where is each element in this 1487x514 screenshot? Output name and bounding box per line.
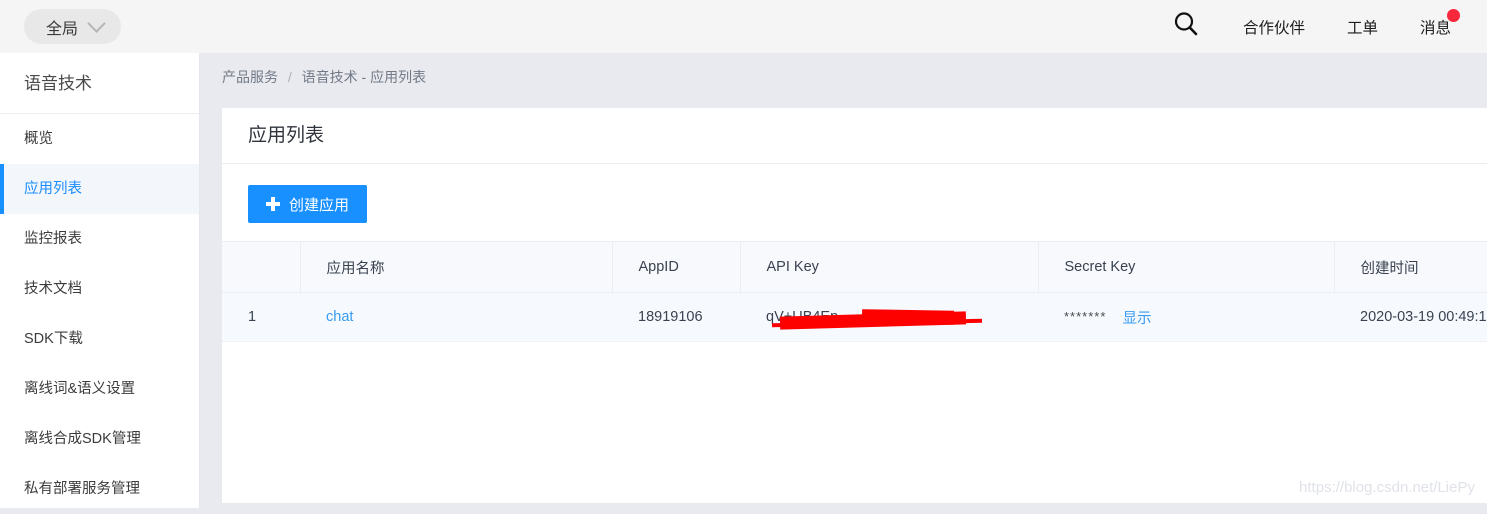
sidebar-item-docs[interactable]: 技术文档 xyxy=(0,264,199,314)
content-area: 产品服务 / 语音技术 - 应用列表 应用列表 创建应用 应用名称 AppID … xyxy=(201,53,1487,508)
app-name-link[interactable]: chat xyxy=(326,309,353,325)
sidebar-title: 语音技术 xyxy=(0,53,199,114)
top-nav: 合作伙伴 工单 消息 xyxy=(1171,8,1460,44)
app-list-card: 应用列表 创建应用 应用名称 AppID API Key Secret Key … xyxy=(222,108,1487,503)
table-row: 1 chat 18919106 qV+UB4Ep xyxy=(222,292,1487,342)
search-icon[interactable] xyxy=(1171,9,1201,44)
sidebar-item-overview[interactable]: 概览 xyxy=(0,114,199,164)
sidebar-item-private-deploy[interactable]: 私有部署服务管理 xyxy=(0,464,199,514)
sidebar-item-offline-tts-sdk[interactable]: 离线合成SDK管理 xyxy=(0,414,199,464)
scope-selector-label: 全局 xyxy=(46,20,79,38)
table-header-created-at: 创建时间 xyxy=(1334,241,1487,293)
api-key-value: qV+UB4Ep xyxy=(766,309,983,330)
create-app-button-label: 创建应用 xyxy=(289,196,350,214)
sidebar-item-monitoring-label: 监控报表 xyxy=(24,231,82,247)
watermark: https://blog.csdn.net/LiePy xyxy=(1299,479,1475,496)
table-cell-secret-key: ******* 显示 xyxy=(1038,292,1334,342)
sidebar-item-private-deploy-label: 私有部署服务管理 xyxy=(24,481,140,497)
top-nav-item-messages[interactable]: 消息 xyxy=(1419,8,1460,38)
table-header-secret-key: Secret Key xyxy=(1038,241,1335,293)
table-header-index xyxy=(222,241,301,293)
sidebar: 语音技术 概览 应用列表 监控报表 技术文档 SDK下载 离线词&语义设置 离线… xyxy=(0,53,200,508)
create-app-button[interactable]: 创建应用 xyxy=(248,185,368,223)
breadcrumb-current: 语音技术 - 应用列表 xyxy=(301,69,427,85)
top-nav-item-tickets-label: 工单 xyxy=(1346,19,1378,37)
scope-selector[interactable]: 全局 xyxy=(24,9,122,44)
secret-key-mask: ******* xyxy=(1064,308,1107,324)
top-nav-item-messages-label: 消息 xyxy=(1419,19,1451,37)
table-header-app-id: AppID xyxy=(612,241,741,293)
top-nav-item-tickets[interactable]: 工单 xyxy=(1347,16,1378,38)
page-title: 应用列表 xyxy=(222,108,1487,164)
table-header-row: 应用名称 AppID API Key Secret Key 创建时间 xyxy=(222,241,1487,293)
sidebar-item-overview-label: 概览 xyxy=(24,131,53,147)
breadcrumb: 产品服务 / 语音技术 - 应用列表 xyxy=(201,53,1487,102)
table-header-app-name: 应用名称 xyxy=(300,241,613,293)
sidebar-item-offline-tts-sdk-label: 离线合成SDK管理 xyxy=(24,431,141,447)
breadcrumb-root[interactable]: 产品服务 xyxy=(222,69,278,85)
app-list-table: 应用名称 AppID API Key Secret Key 创建时间 1 cha… xyxy=(222,241,1487,342)
sidebar-item-offline-semantics-label: 离线词&语义设置 xyxy=(24,381,136,397)
sidebar-item-app-list-label: 应用列表 xyxy=(24,181,82,197)
table-cell-created-at: 2020-03-19 00:49:17 xyxy=(1334,292,1487,342)
sidebar-item-sdk-download[interactable]: SDK下载 xyxy=(0,314,199,364)
redaction-mark-upper xyxy=(861,309,955,325)
table-cell-api-key: qV+UB4Ep xyxy=(740,292,1038,342)
top-nav-item-partners[interactable]: 合作伙伴 xyxy=(1243,16,1305,38)
sidebar-item-sdk-download-label: SDK下载 xyxy=(24,331,83,347)
breadcrumb-separator: / xyxy=(287,69,292,85)
top-nav-item-partners-label: 合作伙伴 xyxy=(1242,19,1305,37)
table-cell-app-name: chat xyxy=(300,292,612,342)
plus-icon xyxy=(266,197,280,211)
chevron-down-icon xyxy=(87,14,106,33)
sidebar-item-app-list[interactable]: 应用列表 xyxy=(0,164,199,214)
table-cell-app-id: 18919106 xyxy=(612,292,740,342)
sidebar-item-monitoring[interactable]: 监控报表 xyxy=(0,214,199,264)
top-bar: 全局 合作伙伴 工单 消息 xyxy=(0,0,1487,53)
notification-badge xyxy=(1447,8,1460,22)
table-cell-index: 1 xyxy=(222,292,300,342)
card-body: 创建应用 应用名称 AppID API Key Secret Key 创建时间 … xyxy=(222,164,1487,342)
table-header-api-key: API Key xyxy=(740,241,1039,293)
sidebar-item-docs-label: 技术文档 xyxy=(24,281,82,297)
show-secret-key-link[interactable]: 显示 xyxy=(1122,311,1151,327)
sidebar-item-offline-semantics[interactable]: 离线词&语义设置 xyxy=(0,364,199,414)
